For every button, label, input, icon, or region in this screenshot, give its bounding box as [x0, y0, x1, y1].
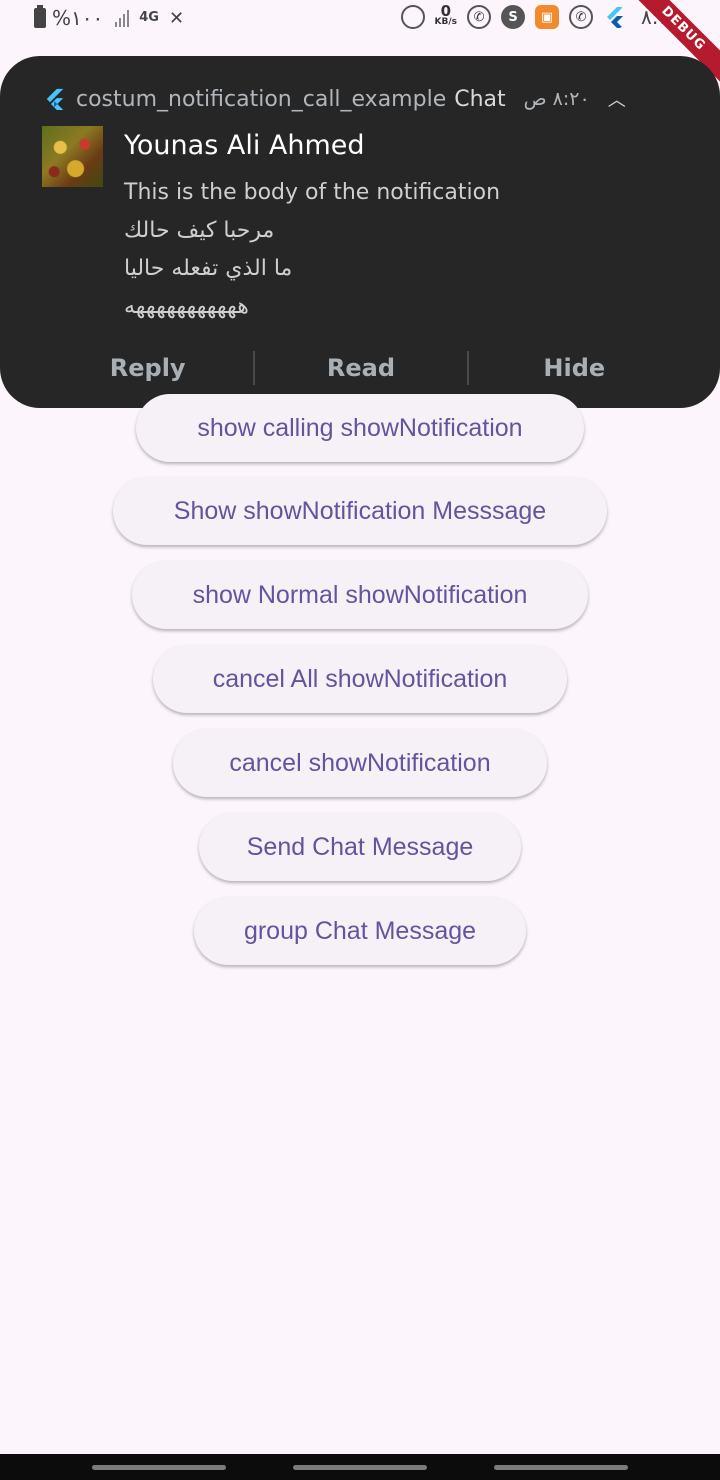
- cloud-icon: [400, 5, 425, 29]
- reply-button[interactable]: Reply: [42, 348, 253, 388]
- show-normal-notification-button[interactable]: show Normal showNotification: [132, 561, 588, 629]
- flutter-icon: [607, 7, 624, 28]
- cancel-notification-button[interactable]: cancel showNotification: [173, 729, 547, 797]
- show-calling-notification-button[interactable]: show calling showNotification: [136, 394, 584, 462]
- nav-handle[interactable]: [494, 1465, 628, 1470]
- body-line: مرحبا كيف حالك: [124, 218, 275, 243]
- nav-handle[interactable]: [92, 1465, 226, 1470]
- body-line: This is the body of the notification: [124, 180, 501, 205]
- notification-title: Younas Ali Ahmed: [124, 130, 365, 161]
- notification-card[interactable]: costum_notification_call_example Chat ٨:…: [0, 56, 720, 408]
- network-type: 4G: [139, 10, 159, 25]
- notification-app-name: costum_notification_call_example: [76, 86, 447, 112]
- hide-button[interactable]: Hide: [469, 348, 680, 388]
- flutter-icon: [46, 88, 64, 110]
- body-line: ما الذي تفعله حاليا: [124, 256, 293, 281]
- notification-channel: Chat: [454, 86, 506, 112]
- navigation-bar: [0, 1454, 720, 1480]
- mute-icon: ✕: [168, 7, 185, 29]
- body-line: هههههههههههه: [124, 294, 249, 319]
- show-message-notification-button[interactable]: Show showNotification Messsage: [113, 477, 607, 545]
- notification-header: costum_notification_call_example Chat ٨:…: [44, 86, 626, 112]
- chevron-up-icon[interactable]: ︿: [608, 86, 626, 112]
- notification-actions: Reply Read Hide: [42, 348, 680, 388]
- cancel-all-notification-button[interactable]: cancel All showNotification: [153, 645, 567, 713]
- whatsapp-icon-2: ✆: [569, 5, 594, 29]
- send-chat-message-button[interactable]: Send Chat Message: [199, 813, 521, 881]
- notification-body: This is the body of the notification مرح…: [124, 174, 500, 326]
- shop-bag-icon: ▣: [535, 5, 560, 29]
- net-speed: 0 KB/s: [434, 2, 458, 28]
- battery-icon: [34, 5, 46, 28]
- avatar: [42, 126, 103, 187]
- notification-time: ٨:٢٠ ص: [523, 88, 590, 110]
- whatsapp-icon: ✆: [467, 5, 492, 29]
- group-chat-message-button[interactable]: group Chat Message: [194, 897, 526, 965]
- nav-handle[interactable]: [293, 1465, 427, 1470]
- signal-icon: [115, 9, 130, 27]
- read-button[interactable]: Read: [255, 348, 466, 388]
- status-bar: %١٠٠ 4G ✕ 0 KB/s ✆ S ▣ ✆ ٨:٢١: [0, 0, 720, 40]
- s-app-icon: S: [501, 5, 526, 29]
- battery-percent: %١٠٠: [52, 6, 104, 30]
